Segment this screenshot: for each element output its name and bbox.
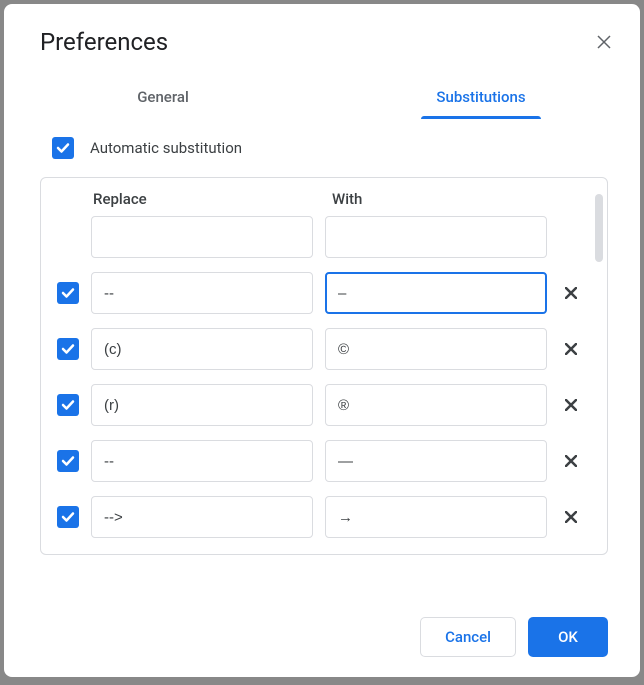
replace-input[interactable] [91,272,313,314]
with-input[interactable] [325,440,547,482]
close-icon [565,399,577,411]
row-checkbox[interactable] [57,282,79,304]
tab-substitutions[interactable]: Substitutions [322,76,640,118]
column-with-header: With [332,190,547,208]
close-icon [565,343,577,355]
close-icon [565,511,577,523]
ok-button[interactable]: OK [528,617,608,657]
table-row [57,440,583,482]
scrollbar[interactable] [595,194,603,262]
table-row [57,216,583,258]
table-row [57,272,583,314]
with-input[interactable] [325,384,547,426]
tab-general[interactable]: General [4,76,322,118]
delete-row-button[interactable] [559,505,583,529]
table-row [57,328,583,370]
replace-input[interactable] [91,384,313,426]
table-row [57,384,583,426]
row-checkbox[interactable] [57,338,79,360]
substitutions-table: Replace With [40,177,608,555]
table-row [57,496,583,538]
with-input[interactable] [325,328,547,370]
replace-input[interactable] [91,496,313,538]
with-input[interactable] [325,272,547,314]
delete-row-button[interactable] [559,393,583,417]
tabs: General Substitutions [4,76,640,119]
delete-row-button[interactable] [559,449,583,473]
row-checkbox[interactable] [57,506,79,528]
with-input[interactable] [325,216,547,258]
dialog-title: Preferences [40,28,168,56]
row-checkbox[interactable] [57,394,79,416]
row-checkbox[interactable] [57,450,79,472]
delete-row-button [559,225,583,249]
replace-input[interactable] [91,216,313,258]
with-input[interactable] [325,496,547,538]
close-icon [565,455,577,467]
close-icon [565,287,577,299]
close-button[interactable] [592,30,616,54]
column-replace-header: Replace [93,190,308,208]
close-icon [597,35,611,49]
delete-row-button[interactable] [559,337,583,361]
delete-row-button[interactable] [559,281,583,305]
cancel-button[interactable]: Cancel [420,617,516,657]
replace-input[interactable] [91,328,313,370]
auto-substitution-label: Automatic substitution [90,139,242,157]
replace-input[interactable] [91,440,313,482]
auto-substitution-checkbox[interactable] [52,137,74,159]
preferences-dialog: Preferences General Substitutions Automa… [4,4,640,677]
